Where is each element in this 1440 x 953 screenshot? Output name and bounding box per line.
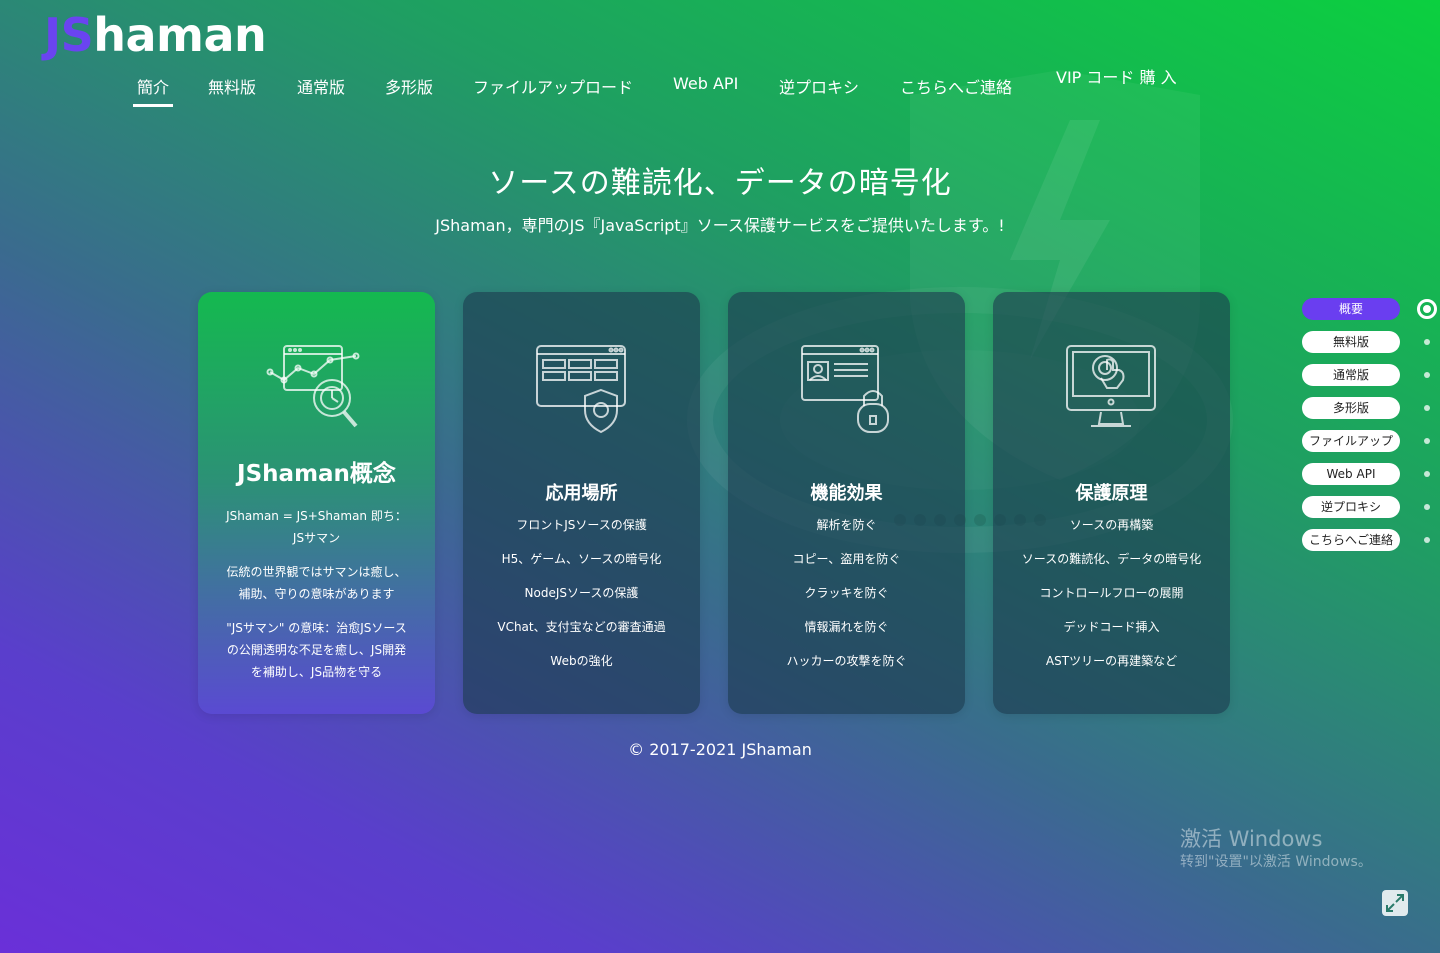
card-applications-line: H5、ゲーム、ソースの暗号化 xyxy=(501,552,662,566)
side-nav-overview[interactable]: 概要 xyxy=(1302,298,1400,320)
side-dot-polymorphic[interactable] xyxy=(1424,405,1430,411)
card-principles-line: ソースの再構築 xyxy=(1069,518,1154,532)
card-concept-para-3: "JSサマン" の意味：治愈JSソースの公開透明な不足を癒し、JS開発を補助し、… xyxy=(226,621,407,679)
card-concept-para-1: JShaman = JS+Shaman 即ち：JSサマン xyxy=(226,509,407,545)
hero-subtitle: JShaman，専門のJS『JavaScript』ソース保護サービスをご提供いた… xyxy=(435,216,1005,235)
card-concept-text: JShaman = JS+Shaman 即ち：JSサマン 伝統の世界観ではサマン… xyxy=(222,505,411,695)
top-nav: 簡介 無料版 通常版 多形版 ファイルアップロード Web API 逆プロキシ … xyxy=(0,0,1440,120)
nav-free[interactable]: 無料版 xyxy=(208,74,256,98)
side-dot-free[interactable] xyxy=(1424,339,1430,345)
hero-title: ソースの難読化、データの暗号化 xyxy=(488,166,952,201)
card-principles: 保護原理 ソースの再構築 ソースの難読化、データの暗号化 コントロールフローの展… xyxy=(993,292,1230,714)
card-principles-title: 保護原理 xyxy=(1075,483,1148,504)
side-nav-contact[interactable]: こちらへご連絡 xyxy=(1302,529,1400,551)
side-nav-standard[interactable]: 通常版 xyxy=(1302,364,1400,386)
side-dot-standard[interactable] xyxy=(1424,372,1430,378)
nav-vip-code[interactable]: VIP コード 購 入 xyxy=(1056,64,1177,88)
side-dot-overview[interactable] xyxy=(1417,299,1437,319)
card-functions-title: 機能効果 xyxy=(810,483,883,504)
card-applications-line: NodeJSソースの保護 xyxy=(524,586,639,600)
expand-icon xyxy=(1386,894,1404,912)
card-concept-para-2: 伝統の世界観ではサマンは癒し、補助、守りの意味があります xyxy=(226,565,407,601)
card-functions-line: 解析を防ぐ xyxy=(816,518,877,532)
monitor-touch-icon xyxy=(1066,345,1156,427)
card-principles-line: デッドコード挿入 xyxy=(1063,620,1160,634)
side-nav-file-upload[interactable]: ファイルアップ xyxy=(1302,430,1400,452)
card-principles-list: ソースの再構築 ソースの難読化、データの暗号化 コントロールフローの展開 デッド… xyxy=(1011,516,1212,686)
side-nav-polymorphic[interactable]: 多形版 xyxy=(1302,397,1400,419)
card-functions-line: ハッカーの攻撃を防ぐ xyxy=(786,654,907,668)
nav-file-upload[interactable]: ファイルアップロード xyxy=(473,74,633,98)
card-principles-line: コントロールフローの展開 xyxy=(1039,586,1184,600)
nav-contact[interactable]: こちらへご連絡 xyxy=(900,74,1012,98)
card-applications-line: Webの強化 xyxy=(550,654,613,668)
nav-polymorphic[interactable]: 多形版 xyxy=(385,74,433,98)
side-dot-reverse-proxy[interactable] xyxy=(1424,504,1430,510)
copyright: © 2017-2021 JShaman xyxy=(628,740,812,759)
windows-activation-title: 激活 Windows xyxy=(1180,827,1323,851)
nav-standard[interactable]: 通常版 xyxy=(297,74,345,98)
card-principles-line: ソースの難読化、データの暗号化 xyxy=(1021,552,1202,566)
expand-button[interactable] xyxy=(1382,890,1408,916)
side-dot-file-upload[interactable] xyxy=(1424,438,1430,444)
side-nav-free[interactable]: 無料版 xyxy=(1302,331,1400,353)
card-applications-list: フロントJSソースの保護 H5、ゲーム、ソースの暗号化 NodeJSソースの保護… xyxy=(481,516,682,686)
card-applications-line: VChat、支付宝などの審査通過 xyxy=(497,620,666,634)
card-applications-line: フロントJSソースの保護 xyxy=(516,518,647,532)
nav-reverse-proxy[interactable]: 逆プロキシ xyxy=(779,74,859,98)
card-applications-title: 応用場所 xyxy=(545,483,618,504)
card-functions-list: 解析を防ぐ コピー、盗用を防ぐ クラッキを防ぐ 情報漏れを防ぐ ハッカーの攻撃を… xyxy=(746,516,947,686)
side-dot-web-api[interactable] xyxy=(1424,471,1430,477)
browser-shield-icon xyxy=(536,345,626,434)
card-functions-line: クラッキを防ぐ xyxy=(804,586,889,600)
side-nav-web-api[interactable]: Web API xyxy=(1302,463,1400,485)
card-functions: 機能効果 解析を防ぐ コピー、盗用を防ぐ クラッキを防ぐ 情報漏れを防ぐ ハッカ… xyxy=(728,292,965,714)
card-functions-line: コピー、盗用を防ぐ xyxy=(792,552,901,566)
card-concept-title: JShaman概念 xyxy=(237,461,396,487)
profile-lock-icon xyxy=(801,345,889,433)
card-applications: 応用場所 フロントJSソースの保護 H5、ゲーム、ソースの暗号化 NodeJSソ… xyxy=(463,292,700,714)
nav-web-api[interactable]: Web API xyxy=(673,74,738,93)
nav-intro[interactable]: 簡介 xyxy=(132,74,174,107)
chart-magnifier-icon xyxy=(266,345,360,428)
side-nav-reverse-proxy[interactable]: 逆プロキシ xyxy=(1302,496,1400,518)
card-concept: JShaman概念 JShaman = JS+Shaman 即ち：JSサマン 伝… xyxy=(198,292,435,714)
windows-activation-subtitle: 转到"设置"以激活 Windows。 xyxy=(1180,854,1372,870)
card-functions-line: 情報漏れを防ぐ xyxy=(804,620,889,634)
side-dot-contact[interactable] xyxy=(1424,537,1430,543)
card-principles-line: ASTツリーの再建築など xyxy=(1045,654,1178,668)
